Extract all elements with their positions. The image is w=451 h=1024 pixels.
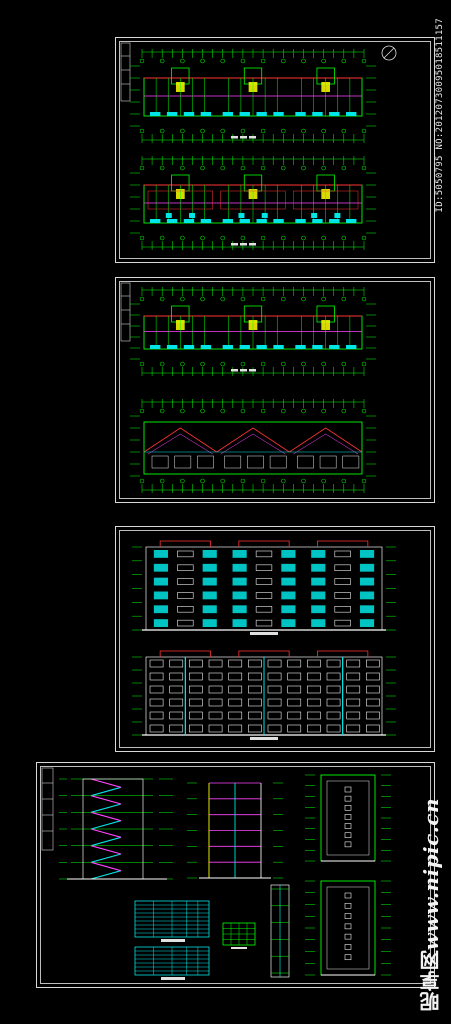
sections-and-details-sheet [36, 762, 435, 988]
site-watermark: 昵享网www.nipic.cn [416, 798, 445, 1012]
north-arrow-icon [381, 45, 397, 61]
roof-plan [130, 399, 376, 493]
partial-plan-lower [305, 880, 391, 976]
image-id-label: ID:5050795 NO:20120730095018511157 [435, 18, 445, 213]
floor-plan-lower [130, 156, 376, 250]
elevations-sheet [115, 526, 435, 752]
rear-elevation [132, 650, 396, 740]
partial-plan-upper [305, 774, 391, 862]
floor-plan-upper [130, 49, 376, 143]
floor-plans-sheet [115, 37, 435, 263]
roof-and-floor-plans-sheet [115, 277, 435, 503]
stair-section [59, 778, 173, 880]
building-section [187, 782, 283, 879]
floor-plan-standard [130, 287, 376, 376]
column-detail [270, 884, 290, 978]
brand-watermark: 昵享网 [419, 950, 443, 1013]
front-elevation [132, 540, 396, 635]
title-block-strip [41, 767, 54, 851]
site-url-watermark: www.nipic.cn [419, 798, 443, 951]
door-window-schedule [134, 900, 210, 980]
node-detail [222, 922, 256, 949]
